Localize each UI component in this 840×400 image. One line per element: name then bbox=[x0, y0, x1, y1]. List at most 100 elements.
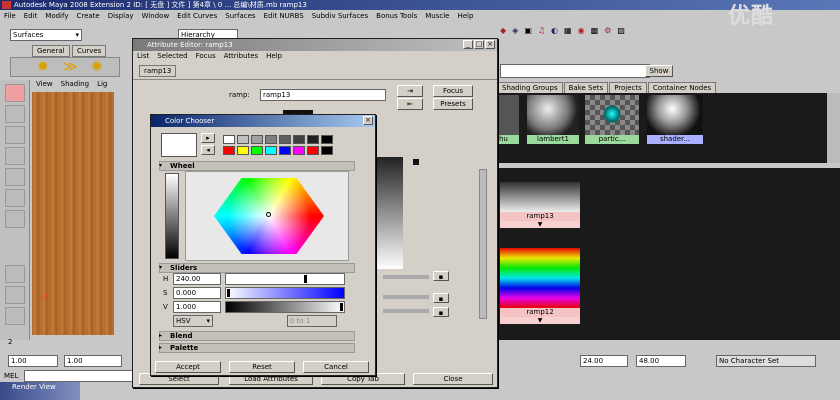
minimize-icon[interactable]: _ bbox=[463, 40, 473, 49]
menu-display[interactable]: Display bbox=[108, 12, 134, 22]
render-view-taskbar[interactable]: Render View bbox=[0, 382, 80, 400]
hsv-wheel-area[interactable] bbox=[185, 171, 349, 261]
status-icon-10[interactable]: ▧ bbox=[617, 26, 625, 35]
menu-help[interactable]: Help bbox=[457, 12, 473, 22]
wheel-section-header[interactable]: Wheel bbox=[159, 161, 355, 171]
palette-swatch-3[interactable] bbox=[265, 135, 277, 144]
close-icon[interactable]: × bbox=[485, 40, 495, 49]
ramp12-node-label[interactable]: ramp12 bbox=[500, 308, 580, 317]
material-swatch-lambert1[interactable] bbox=[527, 95, 579, 135]
character-set-field[interactable]: No Character Set bbox=[716, 355, 816, 367]
material-swatch-particle[interactable] bbox=[585, 95, 639, 135]
ramp13-node-expand[interactable]: ▼ bbox=[500, 221, 580, 228]
h-slider[interactable] bbox=[225, 273, 345, 285]
menu-create[interactable]: Create bbox=[76, 12, 99, 22]
attr-menu-list[interactable]: List bbox=[137, 52, 149, 60]
show-button[interactable]: Show bbox=[645, 65, 673, 77]
status-icon-1[interactable]: ◆ bbox=[500, 26, 506, 35]
viewport-menu-2[interactable]: Lig bbox=[97, 80, 107, 90]
map-button-1[interactable]: ▪ bbox=[433, 271, 449, 281]
slider-track-2[interactable] bbox=[383, 295, 429, 299]
attr-tab-ramp13[interactable]: ramp13 bbox=[139, 65, 177, 77]
status-icon-8[interactable]: ▩ bbox=[591, 26, 599, 35]
color-mode-select[interactable]: HSV ▾ bbox=[173, 315, 213, 327]
viewport-wood-texture[interactable]: ↗ bbox=[32, 92, 114, 335]
playback-end-field[interactable]: 24.00 bbox=[580, 355, 628, 367]
hypershade-work-area[interactable]: ramp13 ▼ ramp12 ▼ bbox=[497, 168, 840, 348]
viewport-menu-1[interactable]: Shading bbox=[61, 80, 89, 90]
attr-menu-attributes[interactable]: Attributes bbox=[224, 52, 259, 60]
hypershade-filter-field[interactable] bbox=[500, 64, 650, 78]
status-icon-9[interactable]: ⚙ bbox=[604, 26, 611, 35]
v-slider[interactable] bbox=[225, 301, 345, 313]
palette-swatch-12[interactable] bbox=[279, 146, 291, 155]
reset-button[interactable]: Reset bbox=[229, 361, 295, 373]
goto-input-button[interactable]: ⇥ bbox=[397, 85, 423, 97]
layout-two-icon[interactable] bbox=[5, 307, 25, 325]
attribute-editor-title[interactable]: Attribute Editor: ramp13 bbox=[133, 39, 497, 51]
status-icon-7[interactable]: ◉ bbox=[578, 26, 585, 35]
status-icon-2[interactable]: ◈ bbox=[512, 26, 518, 35]
area-light-icon[interactable]: ✺ bbox=[91, 59, 103, 75]
color-chooser-title[interactable]: Color Chooser bbox=[151, 115, 375, 127]
start-time-field[interactable]: 1.00 bbox=[8, 355, 58, 367]
palette-swatch-5[interactable] bbox=[293, 135, 305, 144]
manipulator-icon[interactable] bbox=[5, 210, 25, 228]
menu-set-select[interactable]: Surfaces ▾ bbox=[10, 29, 82, 41]
swatch-arrow-left[interactable]: ◂ bbox=[201, 145, 215, 155]
attr-menu-focus[interactable]: Focus bbox=[196, 52, 216, 60]
attr-menu-help[interactable]: Help bbox=[266, 52, 282, 60]
palette-section-header[interactable]: Palette bbox=[159, 343, 355, 353]
close-button[interactable]: Close bbox=[413, 373, 493, 385]
h-field[interactable]: 240.00 bbox=[173, 273, 221, 285]
menu-modify[interactable]: Modify bbox=[45, 12, 68, 22]
blend-section-header[interactable]: Blend bbox=[159, 331, 355, 341]
palette-swatch-8[interactable] bbox=[223, 146, 235, 155]
light-icon[interactable]: ✹ bbox=[37, 59, 49, 75]
material-swatch-shader[interactable] bbox=[647, 95, 703, 135]
goto-output-button[interactable]: ⇤ bbox=[397, 98, 423, 110]
s-slider[interactable] bbox=[225, 287, 345, 299]
shelf-tab-curves[interactable]: Curves bbox=[72, 45, 107, 57]
mel-command-field[interactable] bbox=[24, 370, 134, 382]
presets-button[interactable]: Presets bbox=[433, 98, 473, 110]
layout-four-icon[interactable] bbox=[5, 286, 25, 304]
layout-single-icon[interactable] bbox=[5, 265, 25, 283]
palette-swatch-13[interactable] bbox=[293, 146, 305, 155]
menu-window[interactable]: Window bbox=[142, 12, 170, 22]
menu-surfaces[interactable]: Surfaces bbox=[225, 12, 255, 22]
palette-swatch-0[interactable] bbox=[223, 135, 235, 144]
menu-subdiv-surfaces[interactable]: Subdiv Surfaces bbox=[312, 12, 368, 22]
slider-track-1[interactable] bbox=[383, 275, 429, 279]
slider-track-3[interactable] bbox=[383, 309, 429, 313]
menu-edit[interactable]: Edit bbox=[24, 12, 38, 22]
sliders-section-header[interactable]: Sliders bbox=[159, 263, 355, 273]
palette-swatch-15[interactable] bbox=[321, 146, 333, 155]
paint-tool-icon[interactable] bbox=[5, 126, 25, 144]
color-cursor-icon[interactable] bbox=[266, 212, 271, 217]
range-select[interactable]: 0 to 1 bbox=[287, 315, 337, 327]
status-icon-5[interactable]: ◐ bbox=[551, 26, 558, 35]
scale-tool-icon[interactable] bbox=[5, 189, 25, 207]
palette-swatch-7[interactable] bbox=[321, 135, 333, 144]
ramp12-node-swatch[interactable] bbox=[500, 248, 580, 308]
status-icon-3[interactable]: ▣ bbox=[524, 26, 532, 35]
attr-menu-selected[interactable]: Selected bbox=[157, 52, 187, 60]
swatch-arrow-right[interactable]: ▸ bbox=[201, 133, 215, 143]
ramp13-node-swatch[interactable] bbox=[500, 182, 580, 212]
ramp13-node-label[interactable]: ramp13 bbox=[500, 212, 580, 221]
ramp-color-handle[interactable] bbox=[413, 159, 419, 165]
color-chooser-close-icon[interactable]: × bbox=[363, 116, 373, 125]
maximize-icon[interactable]: □ bbox=[474, 40, 484, 49]
lasso-tool-icon[interactable] bbox=[5, 105, 25, 123]
hypershade-scrollbar[interactable] bbox=[827, 93, 840, 163]
status-icon-6[interactable]: ▦ bbox=[564, 26, 572, 35]
map-button-3[interactable]: ▪ bbox=[433, 307, 449, 317]
ramp12-node-expand[interactable]: ▼ bbox=[500, 317, 580, 324]
ramp-name-field[interactable]: ramp13 bbox=[260, 89, 386, 101]
focus-button[interactable]: Focus bbox=[433, 85, 473, 97]
ramp-gradient-preview[interactable] bbox=[377, 157, 403, 269]
shelf-tab-general[interactable]: General bbox=[32, 45, 70, 57]
playback-start-field[interactable]: 1.00 bbox=[64, 355, 122, 367]
menu-edit-nurbs[interactable]: Edit NURBS bbox=[264, 12, 304, 22]
